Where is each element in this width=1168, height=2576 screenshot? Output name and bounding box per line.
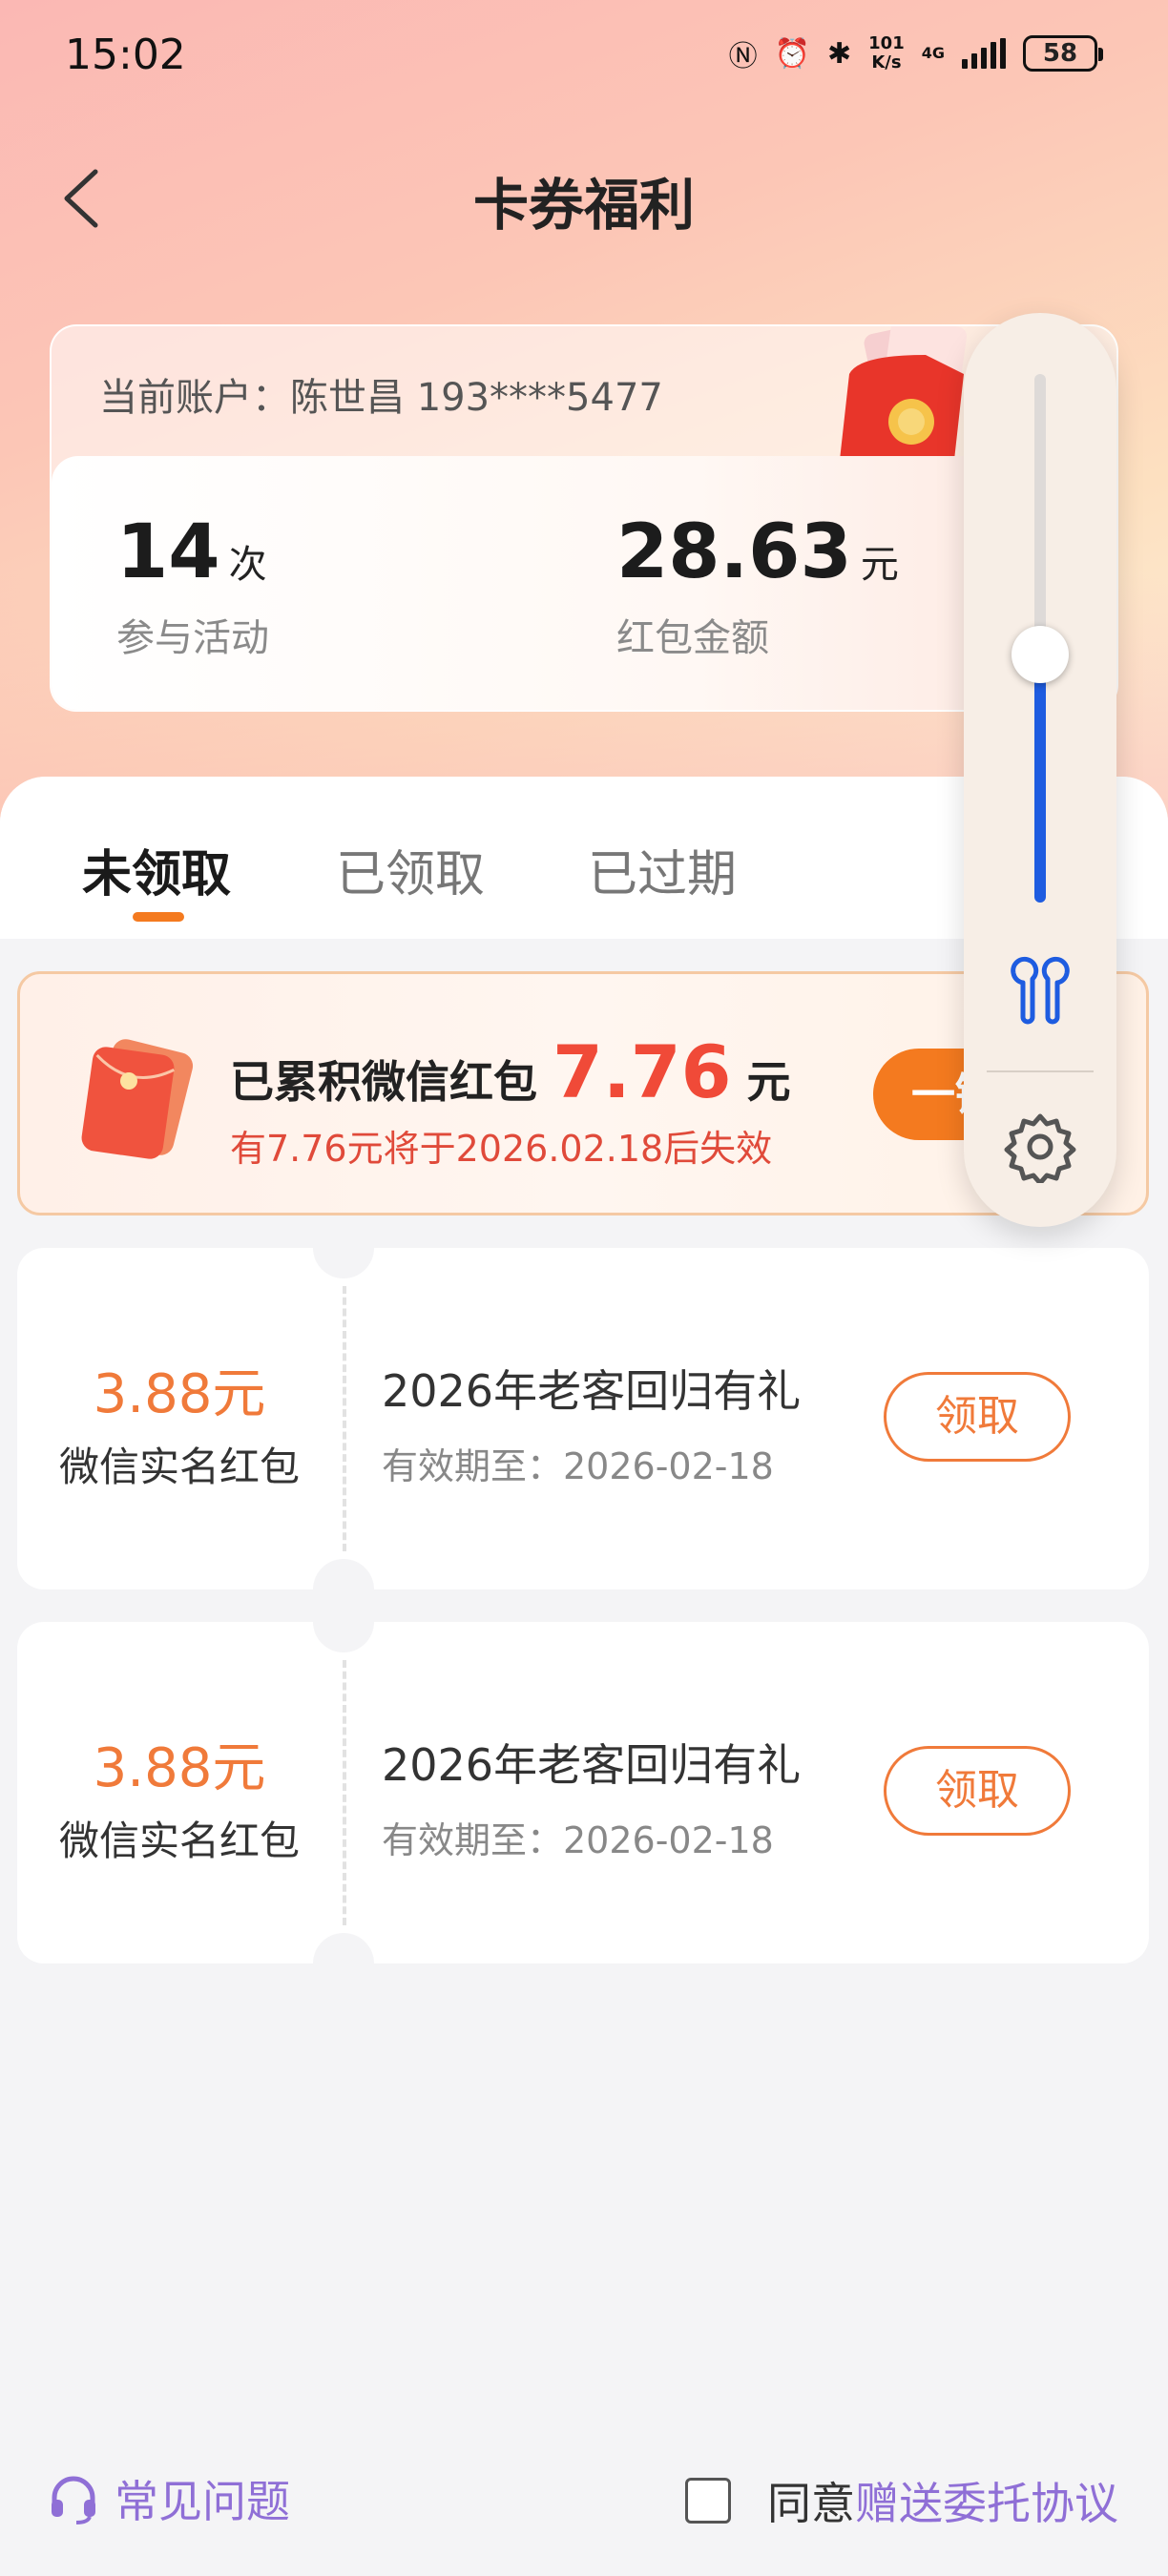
nfc-icon: Ⓝ: [728, 40, 758, 73]
account-stats: 14 次 参与活动 28.63 元 红包金额: [52, 456, 1116, 710]
claim-button[interactable]: 领取: [884, 1372, 1071, 1462]
participation-count: 14: [116, 509, 220, 595]
agree-prefix: 同意: [767, 2478, 855, 2529]
red-packet-stat: 28.63 元 红包金额: [616, 509, 899, 662]
volume-fill: [1034, 654, 1046, 903]
volume-divider: [987, 1070, 1094, 1072]
accumulated-title-prefix: 已累积微信红包: [230, 1056, 537, 1108]
agreement-link[interactable]: 赠送委托协议: [855, 2469, 1118, 2532]
coupon-divider: [343, 1660, 346, 1925]
account-card: 当前账户：陈世昌 193****5477 14 次 参与活动 28.63 元 红…: [50, 324, 1118, 712]
red-packet-amount: 28.63: [616, 509, 852, 595]
coupon-card: 3.88元 微信实名红包 2026年老客回归有礼 有效期至：2026-02-18…: [17, 1217, 1149, 1620]
red-envelope-icon: [81, 1039, 194, 1159]
participation-unit: 次: [228, 543, 267, 587]
accumulated-unit: 元: [746, 1056, 791, 1108]
tab-indicator: [133, 912, 184, 922]
agreement-row: 同意 赠送委托协议: [685, 2469, 1118, 2532]
red-packet-label: 红包金额: [616, 616, 769, 660]
earbuds-icon[interactable]: [1000, 952, 1080, 1032]
coupon-validity: 有效期至：2026-02-18: [382, 1445, 774, 1487]
signal-icon: [962, 38, 1006, 69]
accumulated-amount: 7.76: [553, 1029, 732, 1114]
coupon-card: 3.88元 微信实名红包 2026年老客回归有礼 有效期至：2026-02-18…: [17, 1591, 1149, 1994]
claim-button[interactable]: 领取: [884, 1746, 1071, 1836]
network-type: 4G: [921, 44, 945, 62]
volume-knob[interactable]: [1012, 626, 1069, 683]
net-speed: 101 K/s: [868, 34, 905, 73]
bluetooth-icon: ✱: [827, 36, 852, 71]
participation-label: 参与活动: [116, 616, 269, 660]
coupon-title: 2026年老客回归有礼: [382, 1365, 802, 1417]
coupon-amount: 3.88元: [93, 1737, 266, 1799]
coupon-type: 微信实名红包: [58, 1444, 300, 1490]
status-icons: Ⓝ ⏰ ✱ 101 K/s 4G 58: [728, 32, 1103, 74]
coupon-type: 微信实名红包: [58, 1818, 300, 1864]
red-packet-unit: 元: [860, 543, 899, 587]
net-speed-unit: K/s: [871, 52, 902, 73]
status-bar: 15:02 Ⓝ ⏰ ✱ 101 K/s 4G 58: [0, 0, 1168, 114]
expiry-notice: 有7.76元将于2026.02.18后失效: [230, 1128, 773, 1170]
agree-checkbox[interactable]: [685, 2478, 731, 2524]
accumulated-title: 已累积微信红包 7.76 元: [230, 1029, 791, 1114]
headset-icon: [52, 2476, 95, 2524]
coupon-divider: [343, 1286, 346, 1551]
status-time: 15:02: [65, 31, 186, 79]
tab-expired[interactable]: 已过期: [588, 834, 737, 905]
page-title: 卡券福利: [472, 173, 695, 238]
battery-icon: 58: [1023, 35, 1103, 72]
gear-icon[interactable]: [1004, 1111, 1076, 1183]
coupon-amount: 3.88元: [93, 1363, 266, 1425]
net-speed-value: 101: [868, 33, 905, 53]
account-label: 当前账户：陈世昌 193****5477: [99, 376, 663, 420]
coupon-notch: [313, 1217, 374, 1278]
coupon-validity: 有效期至：2026-02-18: [382, 1819, 774, 1861]
coupon-notch: [313, 1591, 374, 1652]
coupon-notch: [313, 1933, 374, 1994]
alarm-icon: ⏰: [774, 36, 811, 71]
faq-label: 常见问题: [115, 2476, 290, 2527]
participation-stat: 14 次 参与活动: [116, 509, 269, 662]
tab-claimed[interactable]: 已领取: [336, 834, 485, 905]
faq-link[interactable]: 常见问题: [46, 2467, 290, 2530]
tab-unclaimed[interactable]: 未领取: [82, 834, 231, 905]
volume-panel: [964, 313, 1116, 1227]
coupon-title: 2026年老客回归有礼: [382, 1739, 802, 1791]
